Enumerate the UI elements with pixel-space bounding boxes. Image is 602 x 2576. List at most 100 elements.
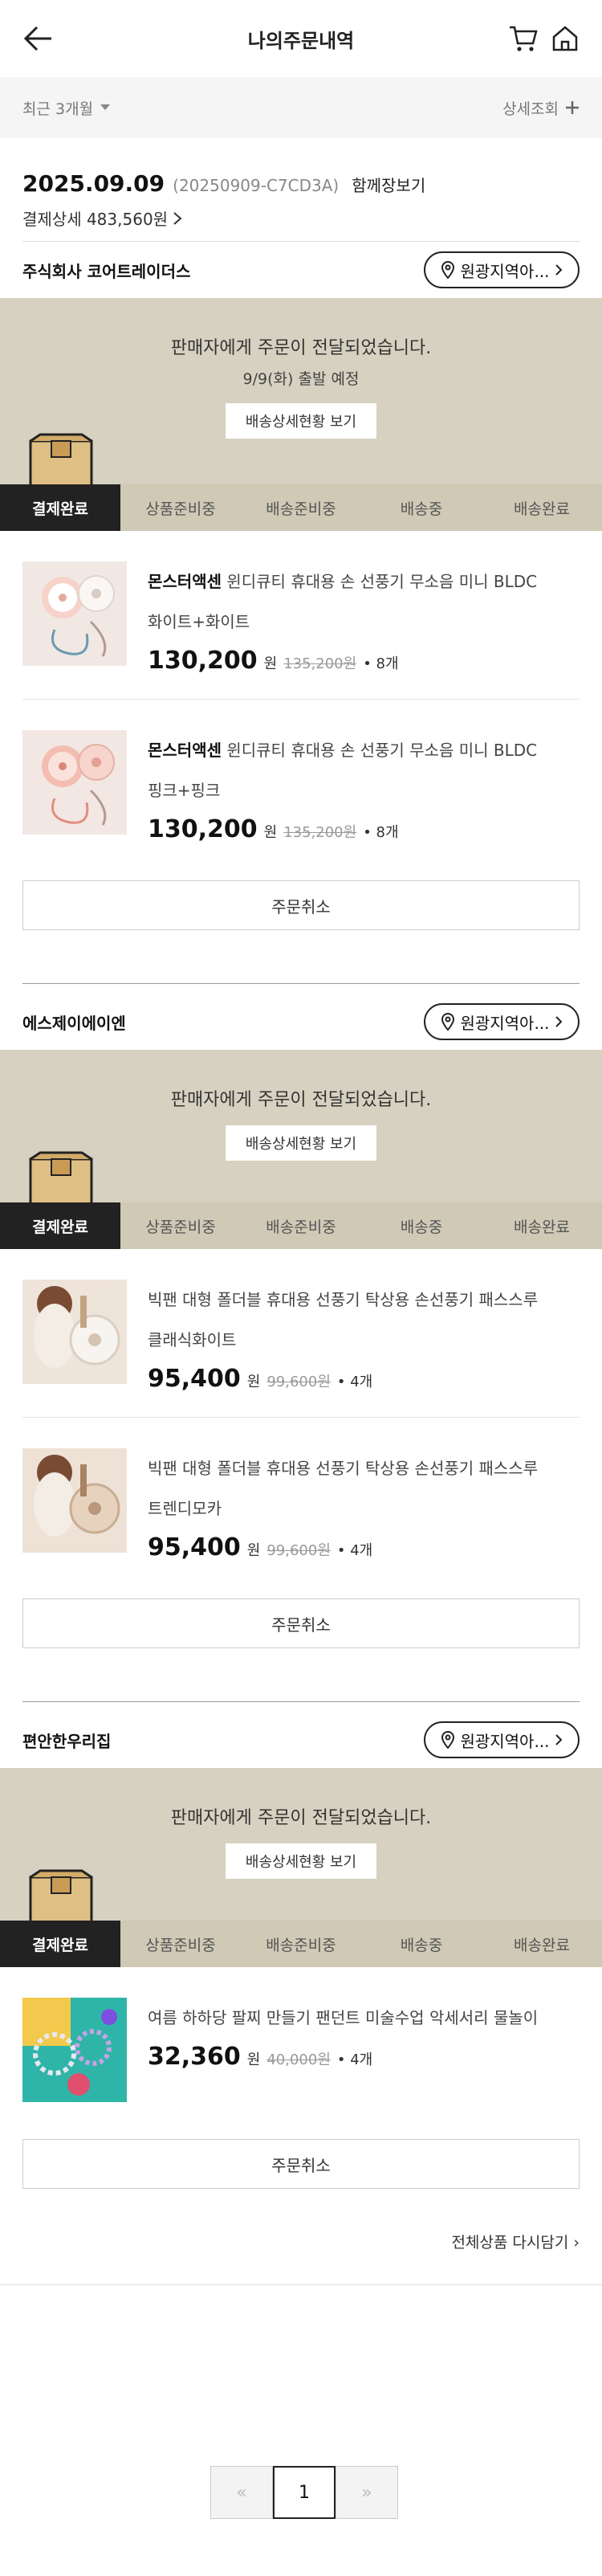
- plus-icon: [566, 101, 579, 114]
- region-button[interactable]: 원광지역아...: [424, 251, 580, 288]
- location-pin-icon: [441, 1013, 455, 1031]
- seller-section: 주식회사 코어트레이더스 원광지역아... 판매자에게 주문이 전달되었습니다.…: [0, 242, 602, 930]
- payment-detail-label: 결제상세 483,560원: [22, 210, 169, 229]
- box-icon: [29, 1869, 93, 1922]
- caret-down-icon: [100, 104, 111, 110]
- step-item: 배송완료: [514, 500, 570, 518]
- product-option: 화이트+화이트: [148, 612, 250, 631]
- step-item: 배송중: [400, 1218, 443, 1236]
- order-item[interactable]: 여름 하하당 팔찌 만들기 팬던트 미술수업 악세서리 물놀이 32,360 원…: [22, 1967, 580, 2126]
- region-button[interactable]: 원광지역아...: [424, 1721, 580, 1758]
- product-image: [22, 730, 127, 835]
- cancel-order-button[interactable]: 주문취소: [22, 880, 580, 930]
- quantity: • 4개: [336, 1542, 373, 1559]
- home-icon[interactable]: [549, 22, 581, 55]
- step-item: 배송중: [400, 1936, 443, 1954]
- order-item[interactable]: 몬스터액센 윈디큐티 휴대용 손 선풍기 무소음 미니 BLDC 핑크+핑크 1…: [22, 700, 580, 868]
- delivery-steps: 결제완료 상품준비중 배송준비중 배송중 배송완료: [0, 484, 602, 531]
- order-header: 2025.09.09 (20250909-C7CD3A) 함께장보기 결제상세 …: [0, 138, 602, 230]
- original-price: 99,600원: [266, 1374, 331, 1390]
- page-number[interactable]: 1: [273, 2466, 336, 2519]
- cart-icon[interactable]: [507, 22, 539, 55]
- box-icon: [29, 433, 93, 486]
- section-divider: [22, 1701, 580, 1702]
- product-name: 여름 하하당 팔찌 만들기 팬던트 미술수업 악세서리 물놀이: [148, 2008, 539, 2027]
- region-button[interactable]: 원광지역아...: [424, 1003, 580, 1040]
- product-name: 빅팬 대형 폴더블 휴대용 선풍기 탁상용 손선풍기 패스스루: [148, 1459, 539, 1478]
- price: 130,200: [148, 815, 258, 843]
- order-date: 2025.09.09: [22, 170, 165, 197]
- period-label: 최근 3개월: [22, 100, 94, 118]
- step-item: 배송준비중: [266, 1218, 336, 1236]
- order-item[interactable]: 빅팬 대형 폴더블 휴대용 선풍기 탁상용 손선풍기 패스스루 클래식화이트 9…: [22, 1249, 580, 1418]
- back-arrow-icon[interactable]: [22, 24, 55, 53]
- step-item: 배송완료: [514, 1936, 570, 1954]
- delivery-steps: 결제완료 상품준비중 배송준비중 배송중 배송완료: [0, 1202, 602, 1249]
- status-banner: 판매자에게 주문이 전달되었습니다. 9/9(화) 출발 예정 배송상세현황 보…: [0, 298, 602, 531]
- filter-bar: 최근 3개월 상세조회: [0, 77, 602, 138]
- box-icon: [29, 1151, 93, 1204]
- original-price: 40,000원: [266, 2051, 331, 2068]
- brand-name: 몬스터액센: [148, 741, 222, 760]
- chevron-right-icon: [555, 1016, 562, 1027]
- chevron-right-icon: [173, 211, 182, 225]
- quantity: • 8개: [363, 655, 399, 672]
- brand-name: 몬스터액센: [148, 572, 222, 591]
- rebuy-all-link[interactable]: 전체상품 다시담기 ›: [0, 2189, 602, 2252]
- tracking-detail-button[interactable]: 배송상세현황 보기: [226, 1125, 376, 1161]
- tracking-detail-button[interactable]: 배송상세현황 보기: [226, 1843, 376, 1879]
- step-item: 결제완료: [0, 484, 120, 531]
- product-image: [22, 1998, 127, 2102]
- delivery-steps: 결제완료 상품준비중 배송준비중 배송중 배송완료: [0, 1921, 602, 1967]
- status-banner: 판매자에게 주문이 전달되었습니다. 배송상세현황 보기 결제완료 상품준비중 …: [0, 1768, 602, 1967]
- tracking-detail-button[interactable]: 배송상세현황 보기: [226, 403, 376, 439]
- shop-together-link[interactable]: 함께장보기: [352, 173, 425, 196]
- banner-message: 판매자에게 주문이 전달되었습니다.: [170, 338, 432, 358]
- section-divider: [22, 983, 580, 984]
- order-item[interactable]: 몬스터액센 윈디큐티 휴대용 손 선풍기 무소음 미니 BLDC 화이트+화이트…: [22, 531, 580, 700]
- step-item: 상품준비중: [145, 1218, 216, 1236]
- step-item: 결제완료: [0, 1202, 120, 1249]
- currency-unit: 원: [263, 655, 278, 672]
- step-item: 배송준비중: [266, 1936, 336, 1954]
- departure-date: 9/9(화) 출발 예정: [242, 370, 360, 388]
- step-item: 배송중: [400, 500, 443, 518]
- top-header: 나의주문내역: [0, 0, 602, 77]
- seller-section: 에스제이에이엔 원광지역아... 판매자에게 주문이 전달되었습니다. 배송상세…: [0, 994, 602, 1648]
- currency-unit: 원: [246, 2051, 261, 2068]
- quantity: • 4개: [336, 1374, 373, 1390]
- step-item: 배송완료: [514, 1218, 570, 1236]
- detail-search-label: 상세조회: [502, 100, 559, 118]
- price: 95,400: [148, 1533, 241, 1562]
- next-page-button[interactable]: »: [336, 2466, 398, 2519]
- period-select[interactable]: 최근 3개월: [22, 97, 111, 119]
- currency-unit: 원: [246, 1542, 261, 1559]
- pagination: « 1 »: [210, 2466, 398, 2519]
- product-name: 빅팬 대형 폴더블 휴대용 선풍기 탁상용 손선풍기 패스스루: [148, 1290, 539, 1309]
- chevron-right-icon: [555, 1734, 562, 1745]
- step-item: 상품준비중: [145, 1936, 216, 1954]
- region-label: 원광지역아...: [460, 1731, 550, 1751]
- product-name: 몬스터액센 윈디큐티 휴대용 손 선풍기 무소음 미니 BLDC: [148, 730, 580, 770]
- prev-page-button[interactable]: «: [210, 2466, 273, 2519]
- order-item[interactable]: 빅팬 대형 폴더블 휴대용 선풍기 탁상용 손선풍기 패스스루 트렌디모카 95…: [22, 1418, 580, 1586]
- seller-section: 편안한우리집 원광지역아... 판매자에게 주문이 전달되었습니다. 배송상세현…: [0, 1712, 602, 2189]
- currency-unit: 원: [263, 824, 278, 841]
- original-price: 99,600원: [266, 1542, 331, 1559]
- chevron-right-icon: ›: [573, 2234, 580, 2251]
- rebuy-all-label: 전체상품 다시담기: [451, 2234, 569, 2251]
- status-banner: 판매자에게 주문이 전달되었습니다. 배송상세현황 보기 결제완료 상품준비중 …: [0, 1050, 602, 1249]
- product-image: [22, 1448, 127, 1553]
- location-pin-icon: [441, 261, 455, 279]
- price: 130,200: [148, 647, 258, 675]
- cancel-order-button[interactable]: 주문취소: [22, 2139, 580, 2189]
- cancel-order-button[interactable]: 주문취소: [22, 1598, 580, 1648]
- page-title: 나의주문내역: [247, 29, 355, 52]
- product-image: [22, 561, 127, 666]
- location-pin-icon: [441, 1731, 455, 1749]
- detail-search-button[interactable]: 상세조회: [502, 97, 580, 119]
- payment-detail-link[interactable]: 결제상세 483,560원: [22, 206, 580, 230]
- product-image: [22, 1280, 127, 1384]
- product-title: 윈디큐티 휴대용 손 선풍기 무소음 미니 BLDC: [226, 741, 538, 760]
- divider: [0, 2284, 602, 2285]
